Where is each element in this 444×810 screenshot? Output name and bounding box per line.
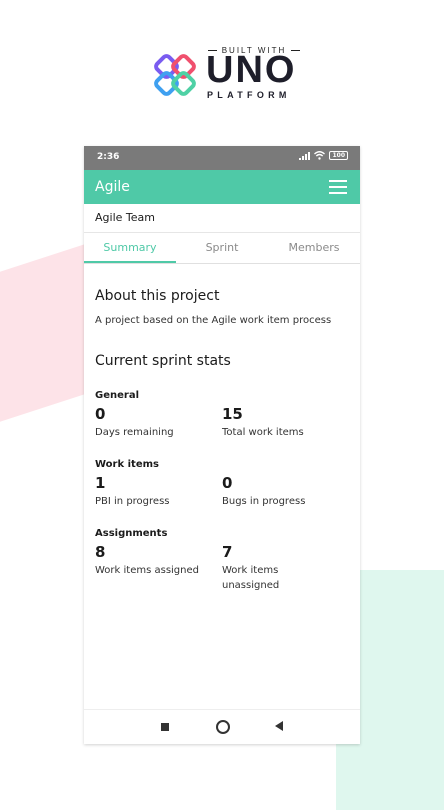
group-title: General: [95, 390, 139, 401]
about-description: A project based on the Agile work item p…: [95, 315, 332, 326]
stat-label: Days remaining: [95, 427, 174, 438]
back-icon[interactable]: [275, 721, 283, 731]
stat-label: Total work items: [222, 427, 304, 438]
uno-platform-branding: BUILT WITH UNO PLATFORM: [150, 46, 310, 106]
stat-value: 0: [222, 474, 233, 492]
tab-sprint[interactable]: Sprint: [176, 233, 268, 263]
stat-pbi-in-progress: 1 PBI in progress: [95, 474, 222, 509]
status-bar: 2:36 100: [84, 146, 360, 170]
tab-members[interactable]: Members: [268, 233, 360, 263]
stats-group-work-items: Work items 1 PBI in progress 0 Bugs in p…: [95, 459, 349, 509]
uno-logo-icon: [154, 54, 196, 96]
stat-value: 0: [95, 405, 106, 423]
tab-bar: Summary Sprint Members: [84, 233, 360, 264]
hamburger-menu-icon[interactable]: [329, 180, 347, 194]
recent-apps-icon[interactable]: [161, 723, 169, 731]
summary-content: About this project A project based on th…: [84, 288, 360, 593]
android-nav-bar: [84, 709, 360, 744]
stat-label: Bugs in progress: [222, 496, 306, 507]
status-time: 2:36: [97, 152, 120, 162]
battery-icon: 100: [329, 151, 348, 160]
group-title: Assignments: [95, 528, 168, 539]
stat-work-items-assigned: 8 Work items assigned: [95, 543, 222, 593]
app-bar: Agile: [84, 170, 360, 204]
platform-text: PLATFORM: [207, 90, 291, 100]
status-icons: 100: [299, 151, 348, 160]
about-heading: About this project: [95, 288, 220, 304]
phone-screen: 2:36 100 Agile Agile Team Summary Sprint…: [84, 146, 360, 744]
app-title: Agile: [95, 179, 130, 195]
stats-group-general: General 0 Days remaining 15 Total work i…: [95, 390, 349, 440]
stat-value: 15: [222, 405, 243, 423]
stat-label: Work items assigned: [95, 565, 199, 576]
wifi-icon: [314, 151, 326, 160]
stat-bugs-in-progress: 0 Bugs in progress: [222, 474, 349, 509]
stat-label: Work items unassigned: [222, 565, 280, 591]
stat-total-work-items: 15 Total work items: [222, 405, 349, 440]
signal-icon: [299, 151, 311, 160]
stat-value: 8: [95, 543, 106, 561]
uno-wordmark: UNO: [206, 49, 297, 91]
team-name: Agile Team: [84, 204, 360, 233]
group-title: Work items: [95, 459, 159, 470]
stat-label: PBI in progress: [95, 496, 170, 507]
stat-value: 1: [95, 474, 106, 492]
tab-summary[interactable]: Summary: [84, 233, 176, 263]
stat-days-remaining: 0 Days remaining: [95, 405, 222, 440]
stat-value: 7: [222, 543, 233, 561]
stats-group-assignments: Assignments 8 Work items assigned 7 Work…: [95, 528, 349, 593]
home-icon[interactable]: [216, 720, 230, 734]
stats-heading: Current sprint stats: [95, 353, 231, 369]
stat-work-items-unassigned: 7 Work items unassigned: [222, 543, 349, 593]
